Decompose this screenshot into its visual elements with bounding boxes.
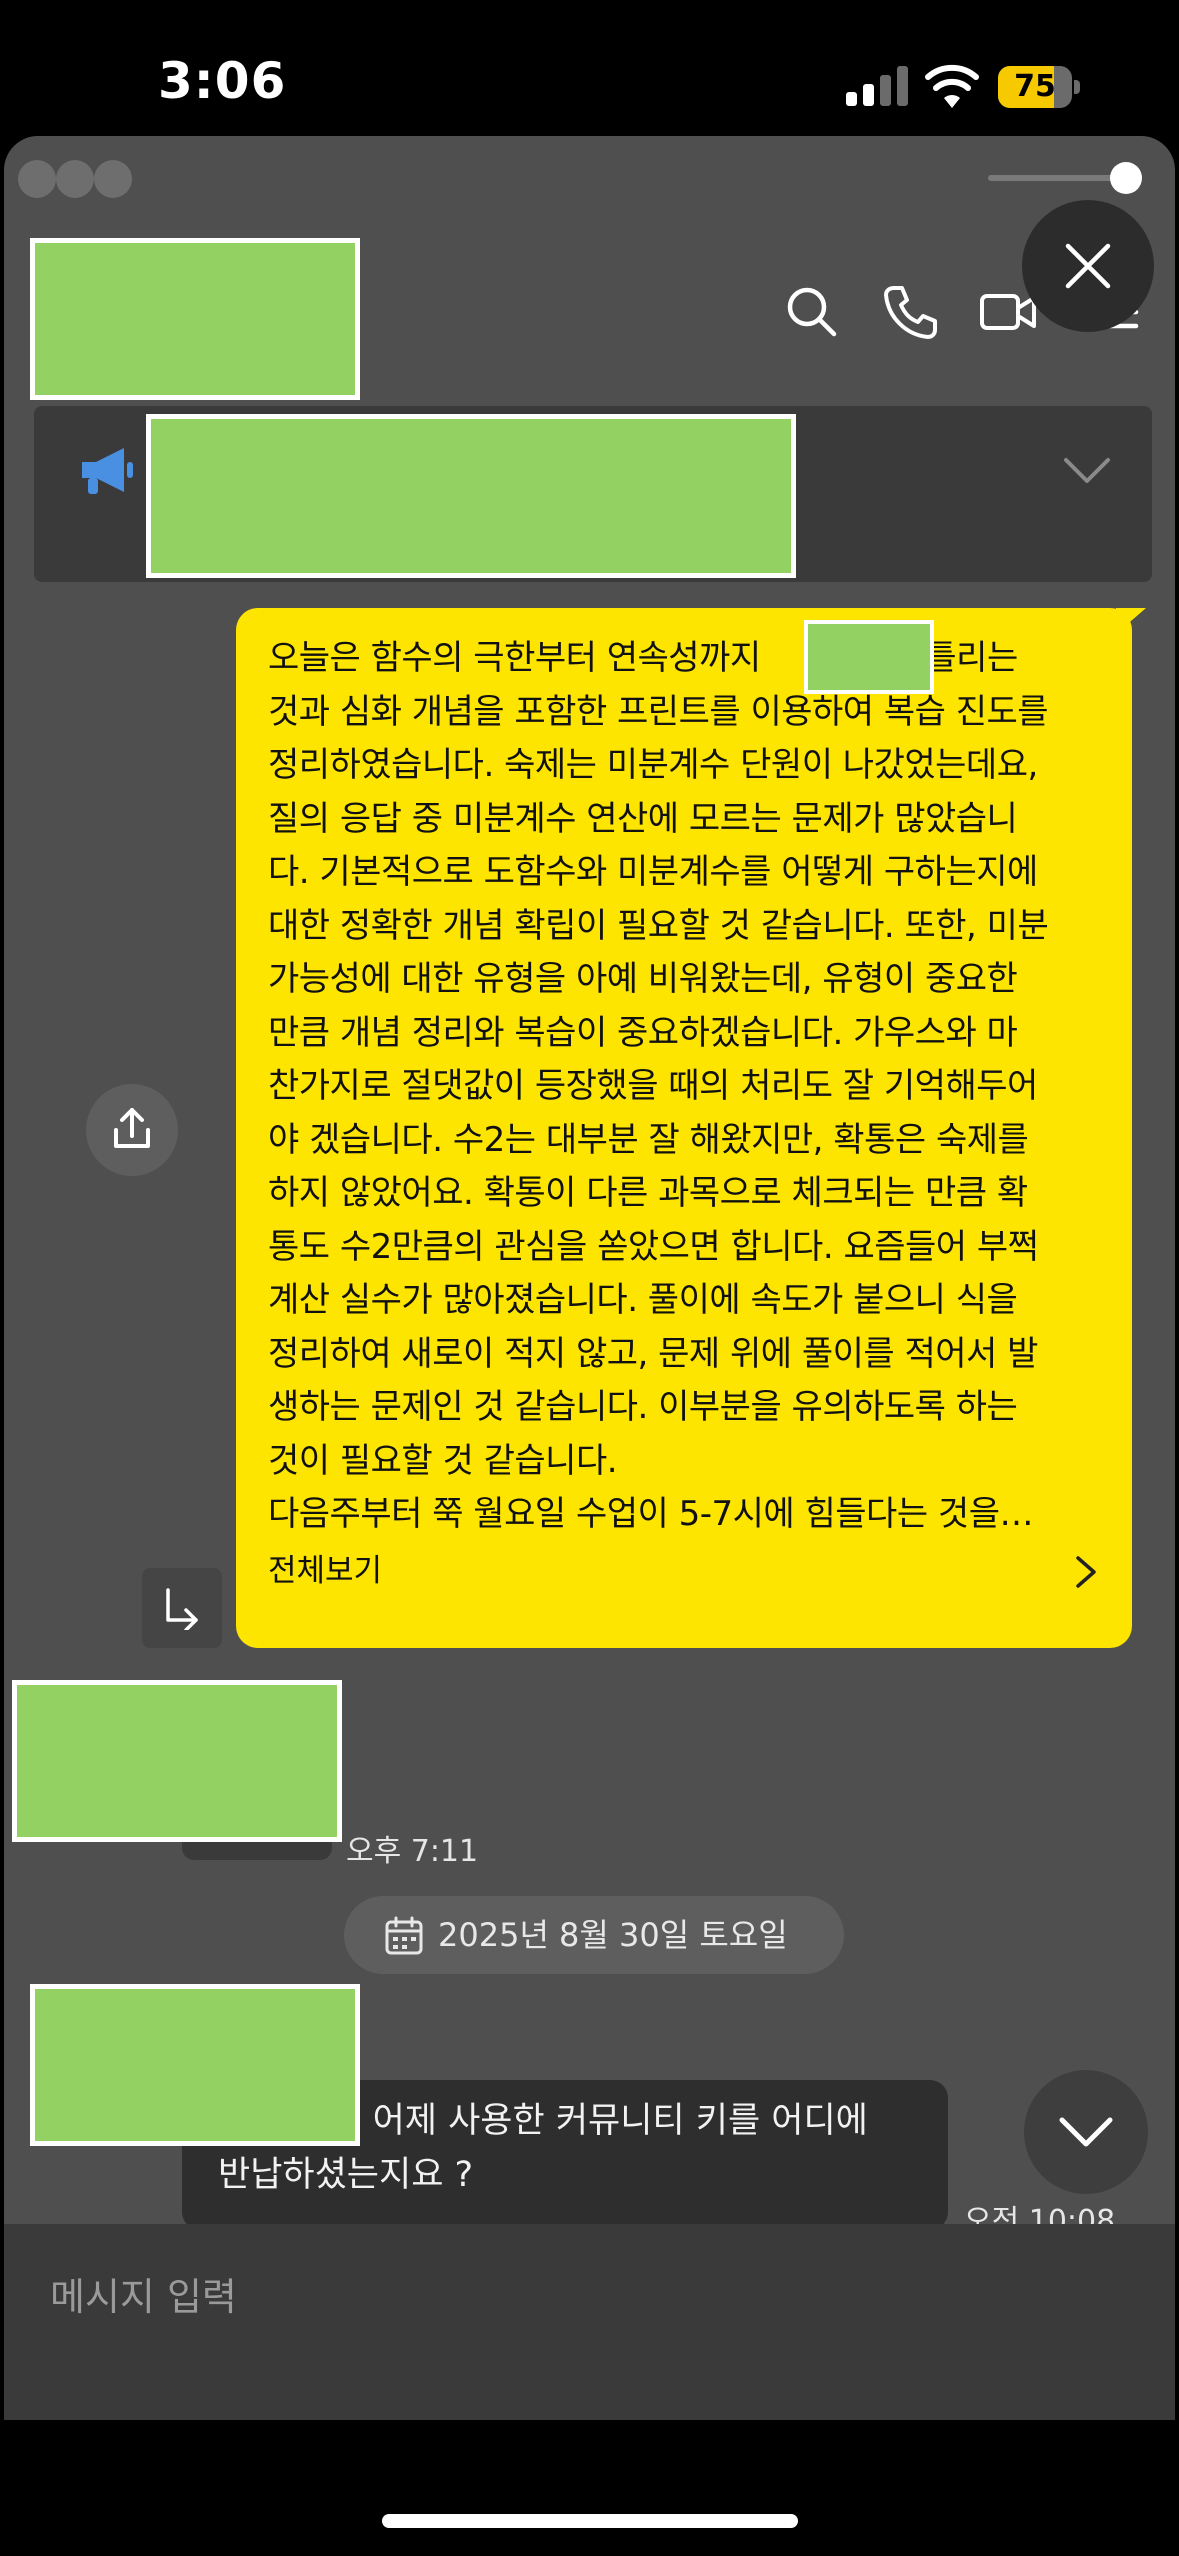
- redacted-notice-text: [146, 414, 796, 578]
- view-all-link[interactable]: 전체보기: [268, 1546, 382, 1596]
- close-icon: [1065, 243, 1111, 289]
- redacted-name-inline: [804, 620, 934, 694]
- chevron-down-icon: [1059, 2117, 1113, 2147]
- status-time: 3:06: [158, 52, 287, 110]
- window-zoom-dot[interactable]: [94, 160, 132, 198]
- battery-level: 75: [1014, 69, 1056, 104]
- forward-button[interactable]: [142, 1568, 222, 1648]
- chevron-right-icon[interactable]: [1068, 1554, 1102, 1590]
- home-indicator[interactable]: [382, 2514, 798, 2528]
- message-input[interactable]: 메시지 입력: [50, 2266, 237, 2321]
- status-bar: 3:06 75: [0, 0, 1179, 136]
- phone-icon[interactable]: [880, 282, 940, 342]
- megaphone-icon: [82, 448, 133, 494]
- transparency-slider[interactable]: [988, 175, 1128, 181]
- window-close-dot[interactable]: [18, 160, 56, 198]
- share-button[interactable]: [86, 1084, 178, 1176]
- chevron-down-icon[interactable]: [1062, 456, 1112, 486]
- message-text: 오늘은 함수의 극한부터 연속성까지 · 잘 틀리는 것과 심화 개념을 포함한…: [268, 638, 1049, 1534]
- window-minimize-dot[interactable]: [56, 160, 94, 198]
- date-text: 2025년 8월 30일 토요일: [438, 1916, 788, 1954]
- close-button[interactable]: [1022, 200, 1154, 332]
- cellular-signal-icon: [846, 66, 908, 106]
- wifi-icon: [925, 64, 979, 108]
- forward-arrow-icon: [166, 1588, 198, 1630]
- redacted-sender: [30, 1984, 360, 2146]
- calendar-icon: [385, 1916, 423, 1955]
- chat-window: 오늘은 함수의 극한부터 연속성까지 · 잘 틀리는 것과 심화 개념을 포함한…: [4, 136, 1175, 2420]
- message-bubble[interactable]: 오늘은 함수의 극한부터 연속성까지 · 잘 틀리는 것과 심화 개념을 포함한…: [236, 608, 1146, 1648]
- scroll-to-bottom-button[interactable]: [1024, 2070, 1148, 2194]
- transparency-slider-knob[interactable]: [1110, 162, 1142, 194]
- share-icon: [114, 1108, 150, 1148]
- message-time: 오후 7:11: [346, 1834, 479, 1869]
- search-icon[interactable]: [782, 282, 842, 342]
- redacted-chat-name: [30, 238, 360, 400]
- date-divider: 2025년 8월 30일 토요일: [344, 1896, 844, 1974]
- message-input-area[interactable]: 메시지 입력: [4, 2224, 1175, 2420]
- redacted-message: [12, 1680, 342, 1842]
- battery-indicator: 75: [998, 66, 1080, 108]
